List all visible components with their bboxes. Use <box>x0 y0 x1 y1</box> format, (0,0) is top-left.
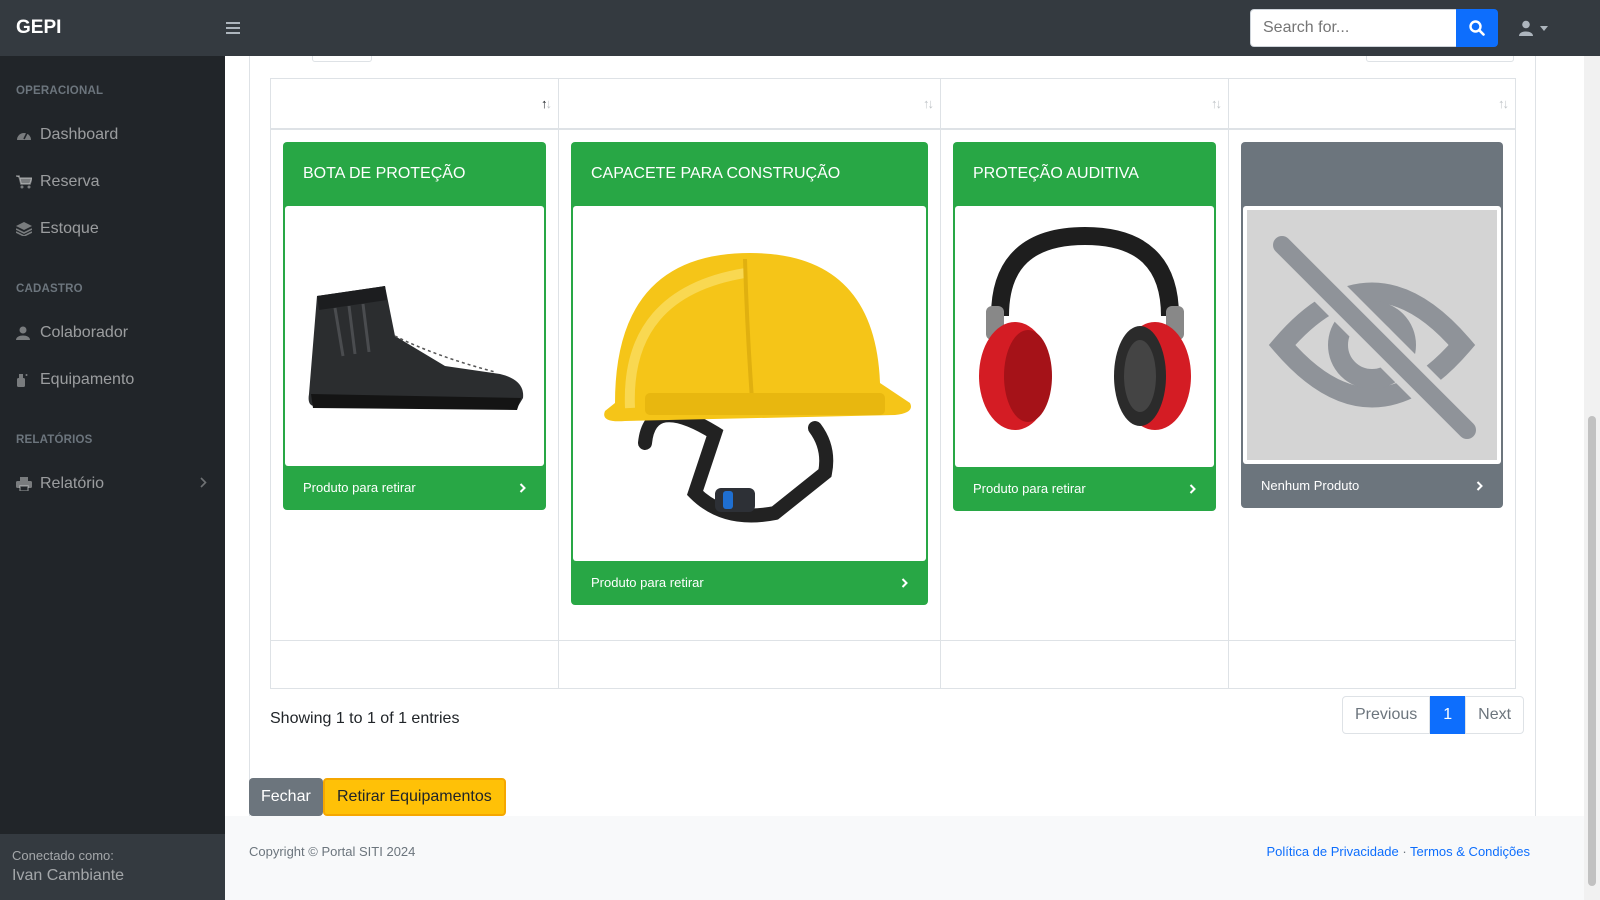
pagination-page-1[interactable]: 1 <box>1430 696 1466 734</box>
product-status-label: Produto para retirar <box>303 480 416 495</box>
tachometer-icon <box>16 128 32 142</box>
entries-select[interactable] <box>312 56 372 62</box>
no-image-placeholder <box>1243 205 1501 464</box>
product-status-label: Nenhum Produto <box>1261 478 1360 493</box>
product-title <box>1241 142 1503 206</box>
product-title: PROTEÇÃO AUDITIVA <box>973 164 1139 182</box>
withdraw-equipment-button[interactable]: Retirar Equipamentos <box>323 778 506 816</box>
sidebar-item-label: Dashboard <box>40 126 119 143</box>
pagination-next[interactable]: Next <box>1465 696 1525 734</box>
table-cell: PROTEÇÃO AUDITIVA Produto para retirar <box>940 128 1229 641</box>
sort-ascending-icon: ↑↓ <box>541 96 552 111</box>
helmet-image <box>573 205 926 561</box>
search-button[interactable] <box>1456 9 1498 47</box>
table-row: BOTA DE PROTEÇÃO Produto para retirar CA… <box>270 128 1516 641</box>
privacy-policy-link[interactable]: Política de Privacidade <box>1266 844 1398 859</box>
column-header[interactable]: ↑↓ <box>270 78 559 130</box>
sidebar-item-reserva[interactable]: Reserva <box>0 162 225 202</box>
table-cell: BOTA DE PROTEÇÃO Produto para retirar <box>270 128 559 641</box>
sidebar-item-dashboard[interactable]: Dashboard <box>0 115 225 155</box>
sidebar-item-label: Reserva <box>40 173 100 190</box>
sidebar-item-label: Equipamento <box>40 371 135 388</box>
products-table: ↑↓ ↑↓ ↑↓ ↑↓ BOTA DE PROTEÇÃO Produto par… <box>270 78 1516 689</box>
table-footer-row <box>270 640 1516 689</box>
user-dropdown[interactable] <box>1518 20 1548 36</box>
chevron-down-icon <box>1540 25 1548 31</box>
earmuffs-image <box>955 205 1214 467</box>
close-button[interactable]: Fechar <box>249 778 323 816</box>
column-header[interactable]: ↑↓ <box>940 78 1229 130</box>
sidebar-heading-relatorios: Relatórios <box>16 434 93 446</box>
search-form <box>1250 9 1498 47</box>
table-cell <box>270 640 559 689</box>
layers-icon <box>16 222 32 236</box>
table-search-input[interactable] <box>1366 56 1514 62</box>
sort-icon: ↑↓ <box>1498 96 1509 111</box>
pagination: Previous 1 Next <box>1342 696 1525 734</box>
table-cell <box>940 640 1229 689</box>
sidebar-item-equipamento[interactable]: Equipamento <box>0 360 225 400</box>
product-footer-link[interactable]: Produto para retirar <box>283 466 546 510</box>
logged-in-user: Ivan Cambiante <box>12 867 125 884</box>
copyright-text: Copyright © Portal SITI 2024 <box>249 844 416 859</box>
sidebar-toggle-button[interactable] <box>226 18 256 39</box>
product-footer-link[interactable]: Produto para retirar <box>571 561 928 605</box>
chevron-right-icon <box>1476 480 1483 491</box>
product-status-label: Produto para retirar <box>591 575 704 590</box>
print-icon <box>16 477 32 491</box>
product-card-empty: Nenhum Produto <box>1241 141 1503 508</box>
column-header[interactable]: ↑↓ <box>1228 78 1516 130</box>
boot-image <box>285 205 544 466</box>
table-cell: CAPACETE PARA CONSTRUÇÃO Produto para re… <box>558 128 941 641</box>
sidebar-item-colaborador[interactable]: Colaborador <box>0 313 225 353</box>
pagination-previous[interactable]: Previous <box>1342 696 1431 734</box>
terms-link[interactable]: Termos & Condições <box>1410 844 1530 859</box>
product-footer-link[interactable]: Produto para retirar <box>953 467 1216 511</box>
sidebar-item-label: Colaborador <box>40 324 129 341</box>
table-cell <box>558 640 941 689</box>
footer-separator: · <box>1402 844 1407 859</box>
sidebar: Operacional Dashboard Reserva Estoque Ca… <box>0 56 225 900</box>
user-icon <box>1519 20 1533 36</box>
table-cell <box>1228 640 1516 689</box>
sidebar-item-relatorio[interactable]: Relatório <box>0 464 225 504</box>
scrollbar-thumb[interactable] <box>1588 416 1596 886</box>
product-title: BOTA DE PROTEÇÃO <box>303 164 466 182</box>
product-status-label: Produto para retirar <box>973 481 1086 496</box>
sidebar-footer: Conectado como: Ivan Cambiante <box>0 834 225 900</box>
main-content: ↑↓ ↑↓ ↑↓ ↑↓ BOTA DE PROTEÇÃO Produto par… <box>225 56 1584 900</box>
cart-icon <box>16 175 32 189</box>
chevron-right-icon <box>901 577 908 588</box>
spray-can-icon <box>16 373 32 387</box>
table-cell: Nenhum Produto <box>1228 128 1516 641</box>
sidebar-item-label: Estoque <box>40 220 99 237</box>
search-icon <box>1469 20 1485 36</box>
search-input[interactable] <box>1250 9 1456 47</box>
product-footer-link[interactable]: Nenhum Produto <box>1241 464 1503 508</box>
page-footer: Copyright © Portal SITI 2024 Política de… <box>225 816 1584 900</box>
hamburger-icon <box>226 21 240 34</box>
sort-icon: ↑↓ <box>1211 96 1222 111</box>
column-header[interactable]: ↑↓ <box>558 78 941 130</box>
chevron-right-icon <box>519 482 526 493</box>
page-scrollbar[interactable] <box>1584 56 1600 900</box>
top-navbar: GEPI <box>0 0 1600 56</box>
sort-icon: ↑↓ <box>923 96 934 111</box>
chevron-right-icon <box>200 475 207 493</box>
sidebar-heading-cadastro: Cadastro <box>16 283 83 295</box>
footer-links: Política de Privacidade · Termos & Condi… <box>1266 844 1530 859</box>
logged-in-label: Conectado como: <box>12 848 114 863</box>
sidebar-item-estoque[interactable]: Estoque <box>0 209 225 249</box>
sidebar-heading-operacional: Operacional <box>16 85 104 97</box>
product-title: CAPACETE PARA CONSTRUÇÃO <box>591 164 841 182</box>
eye-slash-icon <box>1264 227 1485 447</box>
table-info: Showing 1 to 1 of 1 entries <box>270 710 460 727</box>
chevron-right-icon <box>1189 483 1196 494</box>
sidebar-item-label: Relatório <box>40 475 105 492</box>
user-icon <box>16 326 32 340</box>
product-card-boot: BOTA DE PROTEÇÃO Produto para retirar <box>283 141 546 510</box>
brand-logo[interactable]: GEPI <box>0 17 226 39</box>
product-card-helmet: CAPACETE PARA CONSTRUÇÃO Produto para re… <box>571 141 928 605</box>
product-card-earmuffs: PROTEÇÃO AUDITIVA Produto para retirar <box>953 141 1216 511</box>
